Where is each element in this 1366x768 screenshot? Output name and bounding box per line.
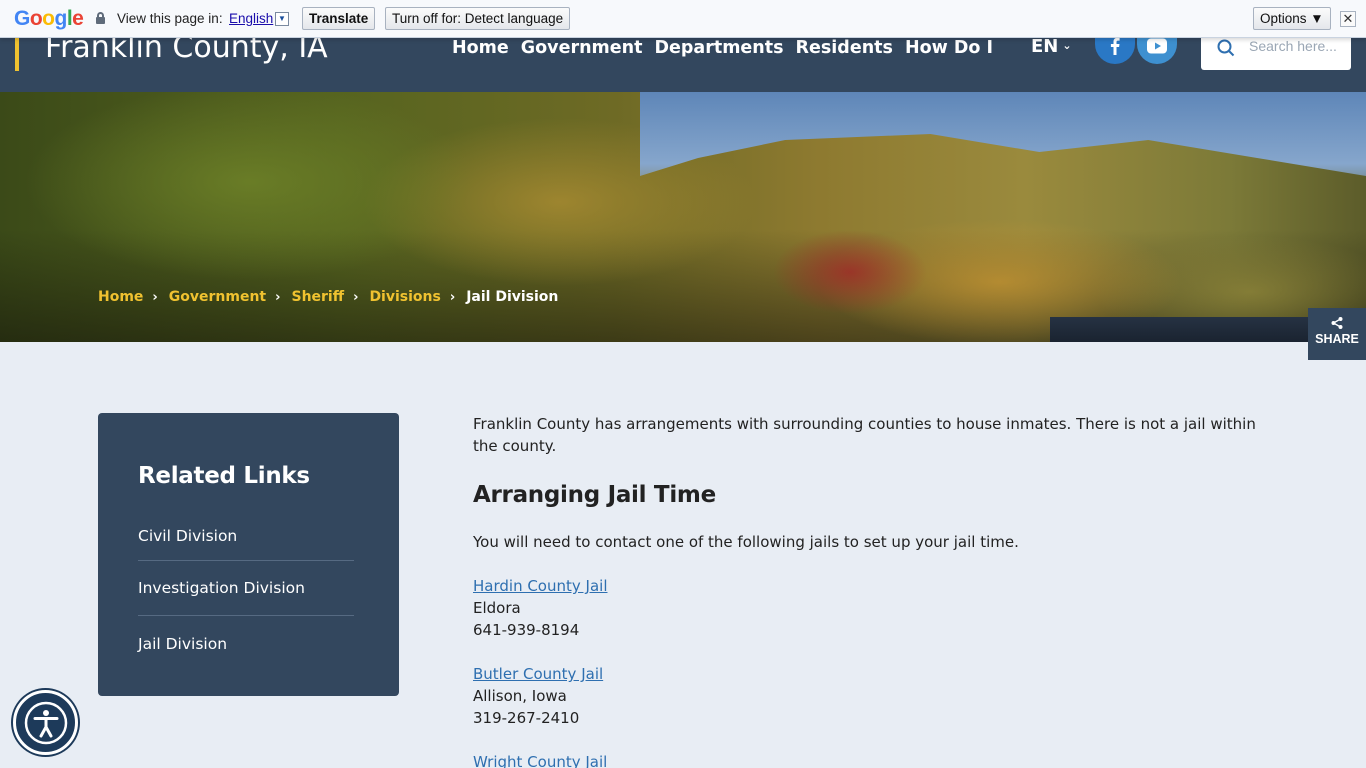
sidebar-link-jail-division[interactable]: Jail Division [138, 635, 227, 653]
nav-government[interactable]: Government [521, 38, 643, 58]
nav-how-do-i[interactable]: How Do I [905, 38, 993, 58]
chevron-down-icon[interactable]: ▼ [275, 12, 289, 26]
site-header: Franklin County, IA Home Government Depa… [0, 28, 1366, 92]
nav-departments[interactable]: Departments [654, 38, 783, 58]
language-selector[interactable]: EN ⌄ [1031, 36, 1072, 57]
chevron-right-icon: › [449, 289, 456, 305]
sidebar-title: Related Links [138, 463, 310, 489]
sidebar-link-investigation-division[interactable]: Investigation Division [138, 579, 305, 597]
language-select[interactable]: English [229, 11, 273, 26]
google-logo: Google [14, 7, 84, 30]
hero-banner: Home › Government › Sheriff › Divisions › Ja… [0, 92, 1366, 342]
turn-off-translate-button[interactable]: Turn off for: Detect language [385, 7, 571, 30]
butler-county-jail-link[interactable]: Butler County Jail [473, 665, 603, 683]
title-accent-bar [15, 38, 19, 71]
close-icon[interactable]: ✕ [1340, 11, 1356, 27]
chevron-right-icon: › [152, 289, 158, 305]
main-nav: Home Government Departments Residents Ho… [452, 38, 1005, 58]
search-icon[interactable] [1217, 39, 1235, 57]
list-item: Civil Division [138, 519, 354, 561]
related-links-list: Civil Division Investigation Division Ja… [138, 519, 354, 671]
jail-city: Eldora [473, 599, 521, 617]
jail-entry: Wright County Jail [473, 751, 1263, 768]
lock-icon [96, 12, 105, 24]
breadcrumb-sheriff[interactable]: Sheriff [291, 289, 344, 305]
chevron-right-icon: › [353, 289, 359, 305]
accessibility-button[interactable] [13, 690, 78, 755]
search-input[interactable] [1249, 35, 1345, 57]
main-content: Franklin County has arrangements with su… [473, 413, 1263, 768]
sidebar-link-civil-division[interactable]: Civil Division [138, 527, 237, 545]
jail-phone: 319-267-2410 [473, 709, 580, 727]
accessibility-icon [24, 701, 67, 744]
breadcrumb-government[interactable]: Government [169, 289, 266, 305]
wright-county-jail-link[interactable]: Wright County Jail [473, 753, 607, 768]
hero-sky [640, 92, 1366, 176]
options-button[interactable]: Options ▼ [1253, 7, 1331, 30]
nav-residents[interactable]: Residents [796, 38, 893, 58]
jail-entry: Butler County Jail Allison, Iowa 319-267… [473, 663, 1263, 729]
view-page-in-label: View this page in: [117, 11, 223, 26]
page-heading: Arranging Jail Time [473, 482, 716, 508]
hardin-county-jail-link[interactable]: Hardin County Jail [473, 577, 607, 595]
instructions-paragraph: You will need to contact one of the foll… [473, 533, 1019, 551]
nav-home[interactable]: Home [452, 38, 509, 58]
share-label: SHARE [1315, 332, 1359, 346]
jail-entry: Hardin County Jail Eldora 641-939-8194 [473, 575, 1263, 641]
jail-phone: 641-939-8194 [473, 621, 580, 639]
chevron-right-icon: › [275, 289, 281, 305]
breadcrumb: Home › Government › Sheriff › Divisions › Ja… [98, 289, 558, 305]
translate-button[interactable]: Translate [302, 7, 376, 30]
share-icon [1331, 317, 1343, 329]
jail-city: Allison, Iowa [473, 687, 567, 705]
list-item: Investigation Division [138, 561, 354, 616]
breadcrumb-current: Jail Division [466, 289, 559, 305]
language-code: EN [1031, 36, 1059, 57]
breadcrumb-divisions[interactable]: Divisions [369, 289, 440, 305]
search-box [1201, 33, 1351, 70]
intro-paragraph: Franklin County has arrangements with su… [473, 415, 1256, 455]
breadcrumb-home[interactable]: Home [98, 289, 143, 305]
share-button[interactable]: SHARE [1308, 308, 1366, 360]
list-item: Jail Division [138, 616, 354, 671]
related-links-sidebar: Related Links Civil Division Investigati… [98, 413, 399, 696]
google-translate-bar: Google View this page in: English ▼ Tran… [0, 0, 1366, 38]
chevron-down-icon: ⌄ [1062, 39, 1072, 52]
